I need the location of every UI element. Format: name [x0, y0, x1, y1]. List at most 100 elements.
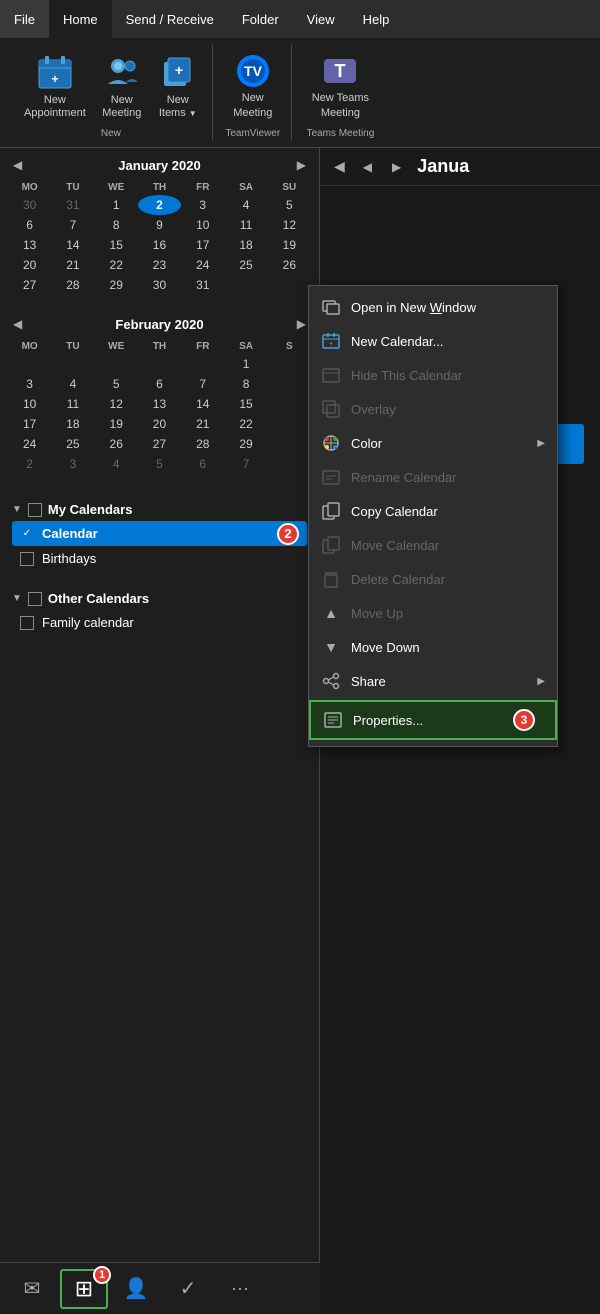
jan-day-1-2[interactable]: 8 — [95, 215, 138, 235]
jan-day-1-0[interactable]: 6 — [8, 215, 51, 235]
jan-day-0-5[interactable]: 4 — [224, 195, 267, 215]
menu-folder[interactable]: Folder — [228, 0, 293, 38]
ctx-move-down[interactable]: ▼ Move Down — [309, 630, 557, 664]
calendar-item-calendar[interactable]: ✓ Calendar 2 — [12, 521, 307, 546]
collapse-btn[interactable]: ◀ — [332, 156, 347, 177]
feb-day-1-5[interactable]: 8 — [224, 374, 267, 394]
feb-day-3-3[interactable]: 20 — [138, 414, 181, 434]
feb-day-2-2[interactable]: 12 — [95, 394, 138, 414]
jan-day-0-2[interactable]: 1 — [95, 195, 138, 215]
jan-day-2-2[interactable]: 15 — [95, 235, 138, 255]
feb-day-2-3[interactable]: 13 — [138, 394, 181, 414]
feb-day-3-0[interactable]: 17 — [8, 414, 51, 434]
mail-nav-btn[interactable]: ✉ — [8, 1269, 56, 1309]
feb-day-1-4[interactable]: 7 — [181, 374, 224, 394]
feb-day-1-1[interactable]: 4 — [51, 374, 94, 394]
menu-home[interactable]: Home — [49, 0, 112, 38]
feb-day-5-1[interactable]: 3 — [51, 454, 94, 474]
jan-day-2-4[interactable]: 17 — [181, 235, 224, 255]
menu-send-receive[interactable]: Send / Receive — [112, 0, 228, 38]
new-meeting-button[interactable]: NewMeeting — [96, 48, 148, 124]
feb-day-0-5[interactable]: 1 — [224, 354, 267, 374]
feb-day-4-3[interactable]: 27 — [138, 434, 181, 454]
jan-day-2-0[interactable]: 13 — [8, 235, 51, 255]
jan-day-1-6[interactable]: 12 — [268, 215, 311, 235]
jan-day-4-1[interactable]: 28 — [51, 275, 94, 295]
jan-day-3-5[interactable]: 25 — [224, 255, 267, 275]
feb-day-3-2[interactable]: 19 — [95, 414, 138, 434]
feb-day-4-1[interactable]: 25 — [51, 434, 94, 454]
jan-day-0-1[interactable]: 31 — [51, 195, 94, 215]
ctx-color[interactable]: Color ▶ — [309, 426, 557, 460]
feb-day-5-4[interactable]: 6 — [181, 454, 224, 474]
jan-day-2-5[interactable]: 18 — [224, 235, 267, 255]
feb-day-2-4[interactable]: 14 — [181, 394, 224, 414]
family-checkbox[interactable] — [20, 616, 34, 630]
jan-day-2-6[interactable]: 19 — [268, 235, 311, 255]
other-calendars-header[interactable]: ▼ Other Calendars — [12, 587, 307, 610]
jan-day-4-4[interactable]: 31 — [181, 275, 224, 295]
jan-day-2-3[interactable]: 16 — [138, 235, 181, 255]
more-nav-btn[interactable]: ··· — [216, 1269, 264, 1309]
feb-day-5-5[interactable]: 7 — [224, 454, 267, 474]
feb-day-1-2[interactable]: 5 — [95, 374, 138, 394]
jan-day-3-0[interactable]: 20 — [8, 255, 51, 275]
month-prev-btn[interactable]: ◀ — [357, 158, 378, 176]
ctx-share[interactable]: Share ▶ — [309, 664, 557, 698]
feb-day-1-0[interactable]: 3 — [8, 374, 51, 394]
month-next-btn[interactable]: ▶ — [386, 158, 407, 176]
new-meeting-teamviewer-button[interactable]: TV NewMeeting — [223, 47, 283, 124]
jan-day-1-4[interactable]: 10 — [181, 215, 224, 235]
new-items-button[interactable]: + NewItems ▼ — [152, 48, 204, 124]
january-prev-btn[interactable]: ◀ — [8, 156, 27, 174]
menu-file[interactable]: File — [0, 0, 49, 38]
jan-day-1-1[interactable]: 7 — [51, 215, 94, 235]
calendar-checkbox[interactable]: ✓ — [20, 527, 34, 541]
january-next-btn[interactable]: ▶ — [292, 156, 311, 174]
jan-day-1-5[interactable]: 11 — [224, 215, 267, 235]
feb-day-4-4[interactable]: 28 — [181, 434, 224, 454]
feb-day-2-5[interactable]: 15 — [224, 394, 267, 414]
feb-day-4-2[interactable]: 26 — [95, 434, 138, 454]
jan-day-2-1[interactable]: 14 — [51, 235, 94, 255]
jan-day-4-0[interactable]: 27 — [8, 275, 51, 295]
feb-day-3-1[interactable]: 18 — [51, 414, 94, 434]
jan-day-0-3[interactable]: 2 — [138, 195, 181, 215]
jan-day-3-6[interactable]: 26 — [268, 255, 311, 275]
february-prev-btn[interactable]: ◀ — [8, 315, 27, 333]
my-calendars-checkbox[interactable] — [28, 503, 42, 517]
people-nav-btn[interactable]: 👤 — [112, 1269, 160, 1309]
birthdays-checkbox[interactable] — [20, 552, 34, 566]
ctx-new-calendar[interactable]: + New Calendar... — [309, 324, 557, 358]
feb-day-5-3[interactable]: 5 — [138, 454, 181, 474]
jan-day-4-2[interactable]: 29 — [95, 275, 138, 295]
ctx-properties[interactable]: Properties... 3 — [309, 700, 557, 740]
feb-day-2-1[interactable]: 11 — [51, 394, 94, 414]
jan-day-0-4[interactable]: 3 — [181, 195, 224, 215]
other-calendars-checkbox[interactable] — [28, 592, 42, 606]
feb-day-3-4[interactable]: 21 — [181, 414, 224, 434]
menu-help[interactable]: Help — [349, 0, 404, 38]
jan-day-1-3[interactable]: 9 — [138, 215, 181, 235]
jan-day-3-3[interactable]: 23 — [138, 255, 181, 275]
ctx-copy-calendar[interactable]: Copy Calendar — [309, 494, 557, 528]
menu-view[interactable]: View — [293, 0, 349, 38]
new-appointment-button[interactable]: + NewAppointment — [18, 48, 92, 124]
calendar-nav-btn[interactable]: ⊞ 1 — [60, 1269, 108, 1309]
jan-day-3-2[interactable]: 22 — [95, 255, 138, 275]
feb-day-1-3[interactable]: 6 — [138, 374, 181, 394]
feb-day-5-0[interactable]: 2 — [8, 454, 51, 474]
feb-day-3-5[interactable]: 22 — [224, 414, 267, 434]
jan-day-0-6[interactable]: 5 — [268, 195, 311, 215]
feb-day-5-2[interactable]: 4 — [95, 454, 138, 474]
feb-day-4-5[interactable]: 29 — [224, 434, 267, 454]
feb-day-2-0[interactable]: 10 — [8, 394, 51, 414]
jan-day-0-0[interactable]: 30 — [8, 195, 51, 215]
tasks-nav-btn[interactable]: ✓ — [164, 1269, 212, 1309]
calendar-item-birthdays[interactable]: Birthdays — [12, 546, 307, 571]
jan-day-4-3[interactable]: 30 — [138, 275, 181, 295]
feb-day-4-0[interactable]: 24 — [8, 434, 51, 454]
jan-day-3-1[interactable]: 21 — [51, 255, 94, 275]
ctx-open-new-window[interactable]: Open in New Window — [309, 290, 557, 324]
calendar-item-family[interactable]: Family calendar — [12, 610, 307, 635]
